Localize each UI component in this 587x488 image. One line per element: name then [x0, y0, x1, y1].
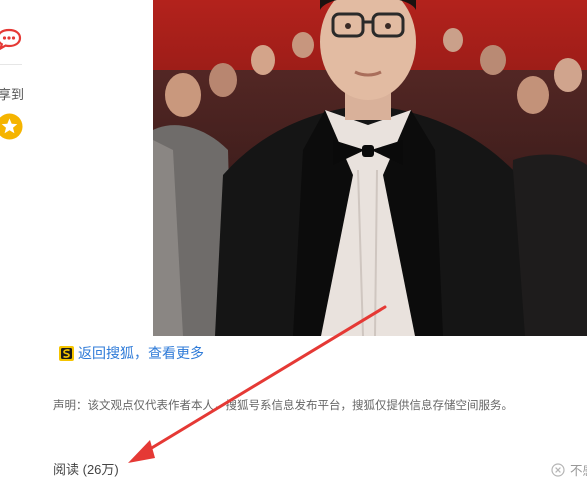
photo-illustration: [153, 0, 587, 336]
share-label[interactable]: 享到: [0, 84, 24, 103]
back-link-label[interactable]: 返回搜狐，查看更多: [78, 343, 204, 363]
article-photo: [153, 0, 587, 336]
share-rail: 享到: [0, 0, 40, 160]
close-circle-icon: [551, 462, 565, 477]
chat-bubble-icon[interactable]: [0, 28, 22, 50]
not-interested-label[interactable]: 不感: [570, 460, 587, 479]
read-count: 阅读 (26万): [53, 462, 119, 477]
sohu-logo-icon: [59, 345, 74, 361]
rail-divider: [0, 64, 22, 65]
disclaimer-text: 声明：该文观点仅代表作者本人，搜狐号系信息发布平台，搜狐仅提供信息存储空间服务。: [53, 400, 513, 412]
back-to-sohu-link[interactable]: 返回搜狐，查看更多: [59, 343, 204, 363]
star-icon[interactable]: [0, 113, 23, 140]
not-interested-button[interactable]: 不感: [551, 460, 587, 479]
